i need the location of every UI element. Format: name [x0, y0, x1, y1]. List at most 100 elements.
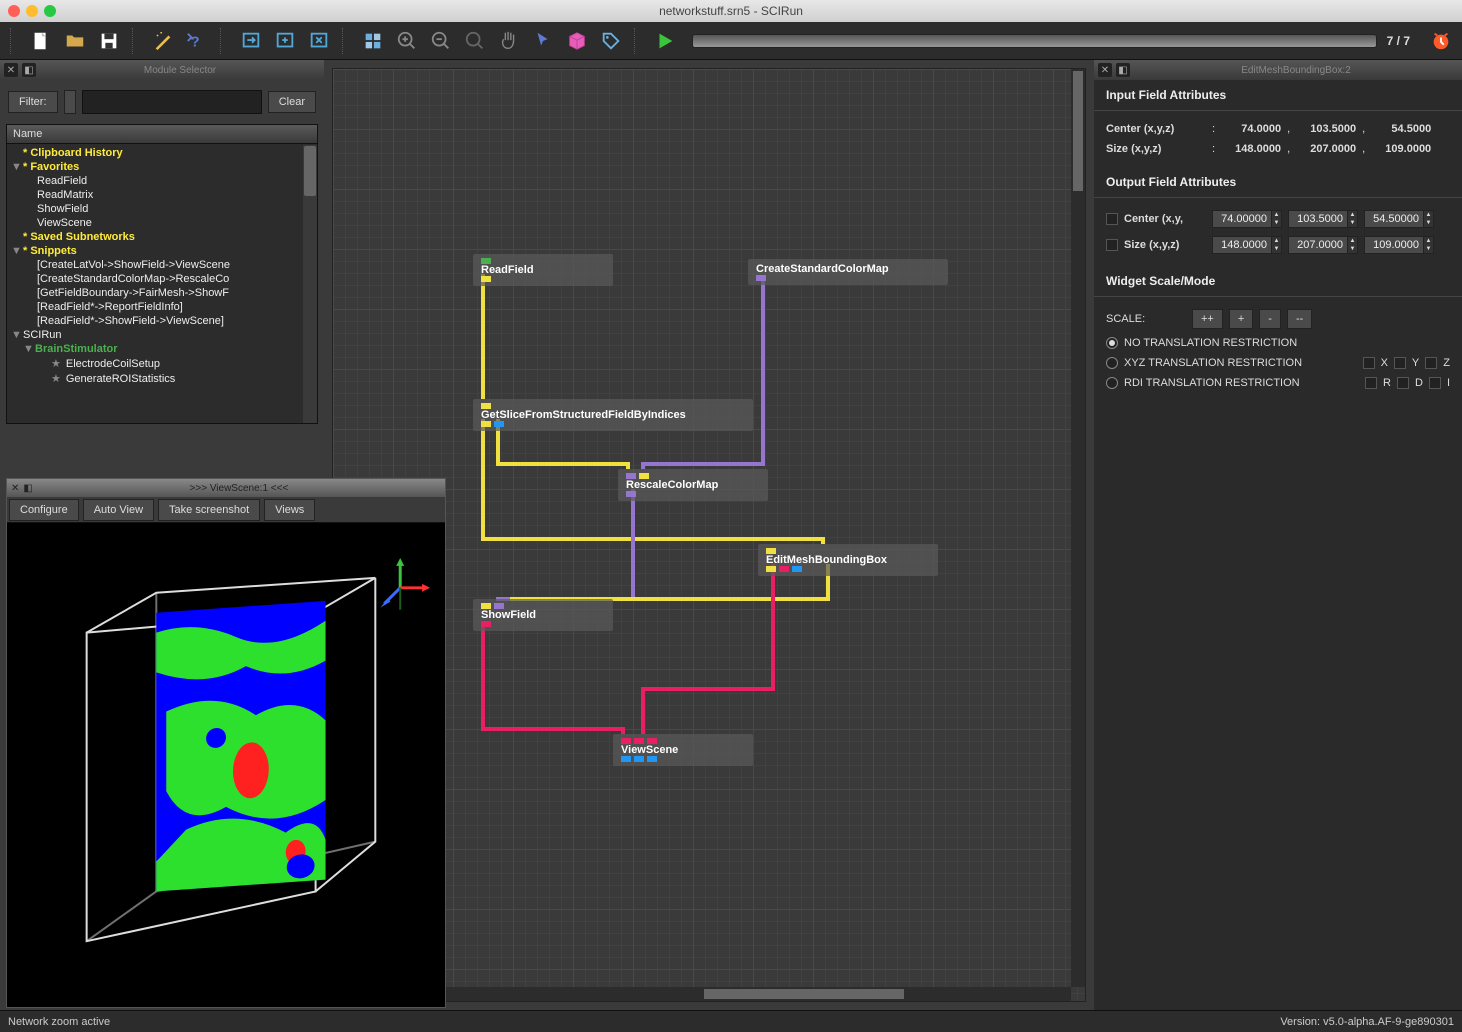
- tree-item[interactable]: ShowField: [7, 202, 317, 216]
- window-x-button[interactable]: [304, 27, 334, 55]
- tree-item[interactable]: [GetFieldBoundary->FairMesh->ShowF: [7, 286, 317, 300]
- scale-mm-button[interactable]: --: [1287, 309, 1312, 329]
- center-out-label: Center (x,y,: [1124, 213, 1206, 225]
- tree-item[interactable]: ▼BrainStimulator: [7, 342, 317, 356]
- node-readfield[interactable]: ReadField: [473, 254, 613, 286]
- filter-label: Filter:: [8, 91, 58, 113]
- screenshot-button[interactable]: Take screenshot: [158, 499, 260, 521]
- maximize-icon[interactable]: [44, 5, 56, 17]
- dock-panel-icon[interactable]: ◧: [22, 63, 36, 77]
- pan-button[interactable]: [494, 27, 524, 55]
- configure-button[interactable]: Configure: [9, 499, 79, 521]
- radio-xyz-label: XYZ TRANSLATION RESTRICTION: [1124, 357, 1357, 369]
- save-button[interactable]: [94, 27, 124, 55]
- clear-button[interactable]: Clear: [268, 91, 316, 113]
- center-z-input[interactable]: ▲▼: [1364, 210, 1434, 228]
- radio-xyz-restriction[interactable]: [1106, 357, 1118, 369]
- viewscene-window[interactable]: ✕ ◧ >>> ViewScene:1 <<< Configure Auto V…: [6, 478, 446, 1008]
- pointer-button[interactable]: [528, 27, 558, 55]
- radio-no-restriction[interactable]: [1106, 337, 1118, 349]
- radio-rdi-label: RDI TRANSLATION RESTRICTION: [1124, 377, 1359, 389]
- scale-pp-button[interactable]: ++: [1192, 309, 1223, 329]
- tree-item[interactable]: [CreateLatVol->ShowField->ViewScene: [7, 258, 317, 272]
- chk-i[interactable]: [1429, 377, 1441, 389]
- tree-item[interactable]: ▼SCIRun: [7, 328, 317, 342]
- radio-no-label: NO TRANSLATION RESTRICTION: [1124, 337, 1297, 349]
- tree-item[interactable]: * Saved Subnetworks: [7, 230, 317, 244]
- scale-p-button[interactable]: +: [1229, 309, 1253, 329]
- vs-close-icon[interactable]: ✕: [11, 483, 19, 494]
- window-arrow-button[interactable]: [236, 27, 266, 55]
- center-x-input[interactable]: ▲▼: [1212, 210, 1282, 228]
- tree-item[interactable]: [CreateStandardColorMap->RescaleCo: [7, 272, 317, 286]
- tree-item[interactable]: ReadField: [7, 174, 317, 188]
- tree-item[interactable]: * Clipboard History: [7, 146, 317, 160]
- vs-dock-icon[interactable]: ◧: [23, 483, 32, 494]
- tree-item[interactable]: ReadMatrix: [7, 188, 317, 202]
- tree-item[interactable]: [ReadField*->ReportFieldInfo]: [7, 300, 317, 314]
- tree-scrollbar[interactable]: [303, 145, 317, 423]
- node-getslice[interactable]: GetSliceFromStructuredFieldByIndices: [473, 399, 753, 431]
- wizard-button[interactable]: [148, 27, 178, 55]
- size-z-input[interactable]: ▲▼: [1364, 236, 1434, 254]
- tree-item[interactable]: ★ElectrodeCoilSetup: [7, 356, 317, 371]
- tree-item[interactable]: ▼* Snippets: [7, 244, 317, 258]
- node-viewscene[interactable]: ViewScene: [613, 734, 753, 766]
- tag-button[interactable]: [596, 27, 626, 55]
- tree-header-name[interactable]: Name: [7, 125, 317, 144]
- chk-r[interactable]: [1365, 377, 1377, 389]
- close-icon[interactable]: [8, 5, 20, 17]
- window-plus-button[interactable]: [270, 27, 300, 55]
- scale-m-button[interactable]: -: [1259, 309, 1281, 329]
- filter-input[interactable]: [82, 90, 262, 114]
- viewscene-canvas[interactable]: [7, 523, 445, 1007]
- tree-item[interactable]: [ReadField*->ShowField->ViewScene]: [7, 314, 317, 328]
- new-file-button[interactable]: [26, 27, 56, 55]
- center-z: 54.5000: [1371, 123, 1431, 135]
- node-rescale[interactable]: RescaleColorMap: [618, 469, 768, 501]
- tree-item[interactable]: ★GenerateROIStatistics: [7, 371, 317, 386]
- zoom-out-button[interactable]: [426, 27, 456, 55]
- node-showfield[interactable]: ShowField: [473, 599, 613, 631]
- chk-d[interactable]: [1397, 377, 1409, 389]
- zoom-in-button[interactable]: [392, 27, 422, 55]
- tree-item[interactable]: ViewScene: [7, 216, 317, 230]
- close-panel-icon[interactable]: ✕: [1098, 63, 1112, 77]
- autoview-button[interactable]: Auto View: [83, 499, 154, 521]
- chk-y[interactable]: [1394, 357, 1406, 369]
- dock-panel-icon[interactable]: ◧: [1116, 63, 1130, 77]
- module-tree: Name * Clipboard History ▼* Favorites Re…: [6, 124, 318, 424]
- progress-bar: [692, 34, 1377, 48]
- center-x: 74.0000: [1221, 123, 1281, 135]
- size-y-input[interactable]: ▲▼: [1288, 236, 1358, 254]
- widget-heading: Widget Scale/Mode: [1094, 266, 1462, 297]
- alarm-icon[interactable]: [1426, 27, 1456, 55]
- minimize-icon[interactable]: [26, 5, 38, 17]
- node-label: GetSliceFromStructuredFieldByIndices: [481, 409, 745, 421]
- close-panel-icon[interactable]: ✕: [4, 63, 18, 77]
- viewscene-title: >>> ViewScene:1 <<<: [37, 483, 441, 494]
- chk-x[interactable]: [1363, 357, 1375, 369]
- center-label: Center (x,y,z): [1106, 123, 1206, 135]
- module-selector-title: Module Selector: [40, 65, 320, 76]
- package-button[interactable]: [562, 27, 592, 55]
- filter-dropdown[interactable]: [64, 90, 76, 114]
- center-checkbox[interactable]: [1106, 213, 1118, 225]
- grid-button[interactable]: [358, 27, 388, 55]
- node-editmesh[interactable]: EditMeshBoundingBox: [758, 544, 938, 576]
- views-button[interactable]: Views: [264, 499, 315, 521]
- zoom-reset-button[interactable]: [460, 27, 490, 55]
- tree-item[interactable]: ▼* Favorites: [7, 160, 317, 174]
- size-x-input[interactable]: ▲▼: [1212, 236, 1282, 254]
- open-file-button[interactable]: [60, 27, 90, 55]
- run-button[interactable]: [650, 27, 680, 55]
- center-y-input[interactable]: ▲▼: [1288, 210, 1358, 228]
- help-button[interactable]: ?: [182, 27, 212, 55]
- node-colormap[interactable]: CreateStandardColorMap: [748, 259, 948, 285]
- center-y: 103.5000: [1296, 123, 1356, 135]
- canvas-scrollbar-v[interactable]: [1071, 69, 1085, 987]
- window-title: networkstuff.srn5 - SCIRun: [659, 4, 803, 18]
- radio-rdi-restriction[interactable]: [1106, 377, 1118, 389]
- chk-z[interactable]: [1425, 357, 1437, 369]
- size-checkbox[interactable]: [1106, 239, 1118, 251]
